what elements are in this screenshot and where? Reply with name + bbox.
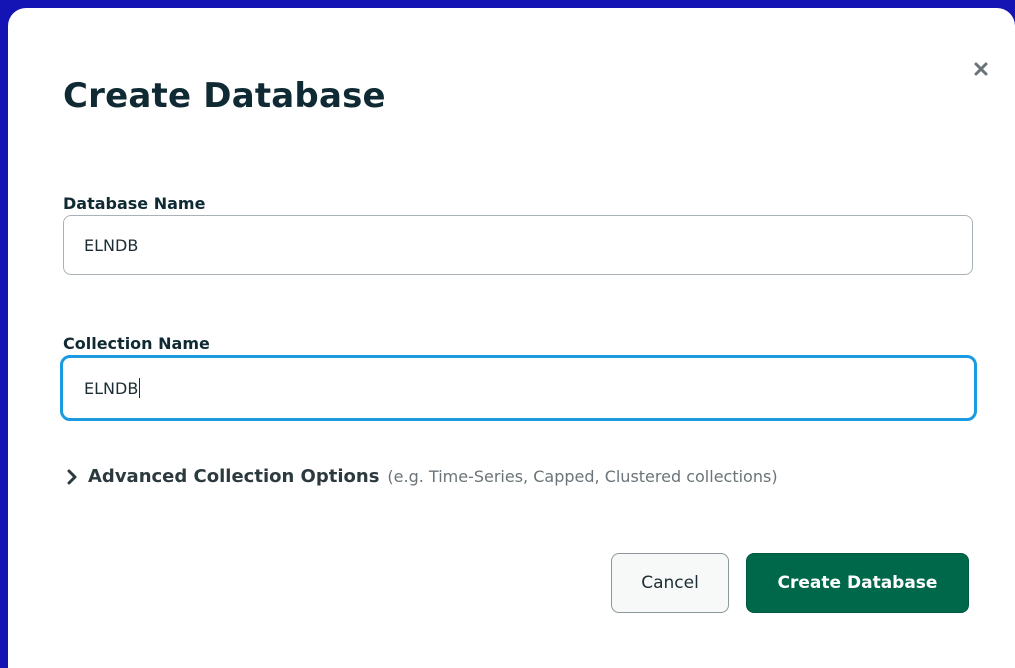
collection-name-value: ELNDB	[84, 378, 139, 398]
text-caret	[139, 378, 141, 398]
advanced-options-hint: (e.g. Time-Series, Capped, Clustered col…	[387, 467, 778, 486]
create-database-dialog: Create Database Database Name ELNDB Coll…	[8, 8, 1015, 668]
database-name-input[interactable]: ELNDB	[63, 215, 973, 275]
cancel-button[interactable]: Cancel	[611, 553, 729, 613]
dialog-title: Create Database	[63, 76, 386, 116]
database-name-value: ELNDB	[84, 235, 139, 255]
chevron-right-icon	[66, 469, 78, 485]
close-icon	[973, 61, 989, 77]
window-frame: Create Database Database Name ELNDB Coll…	[0, 0, 1015, 668]
database-name-label: Database Name	[63, 194, 206, 213]
advanced-collection-options-toggle[interactable]: Advanced Collection Options (e.g. Time-S…	[66, 466, 778, 487]
advanced-options-label: Advanced Collection Options	[88, 466, 380, 487]
create-database-button[interactable]: Create Database	[746, 553, 969, 613]
collection-name-label: Collection Name	[63, 334, 210, 353]
close-button[interactable]	[970, 58, 992, 80]
collection-name-input[interactable]: ELNDB	[60, 355, 977, 421]
